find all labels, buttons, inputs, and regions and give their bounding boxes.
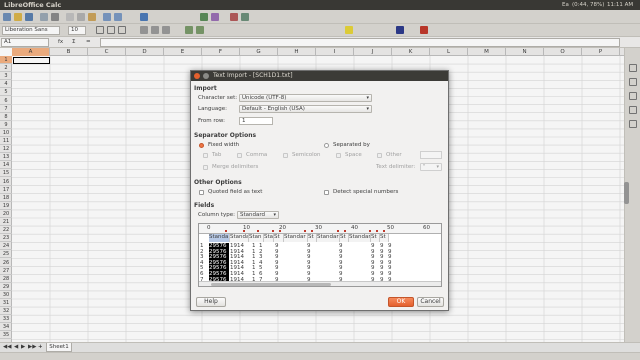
detect-special-checkbox[interactable] [324, 190, 329, 195]
other-label: Other [386, 152, 402, 158]
separated-by-radio[interactable] [324, 143, 329, 148]
ruler-number: 0 [207, 225, 211, 231]
preview-column-header[interactable]: Stan [264, 234, 274, 242]
column-break-marker[interactable] [225, 230, 227, 232]
text-delimiter-label: Text delimiter: [376, 164, 416, 170]
preview-column-header[interactable]: St [340, 234, 349, 242]
column-break-marker[interactable] [279, 230, 281, 232]
ruler-number: 50 [387, 225, 394, 231]
preview-column-header[interactable]: Standa [209, 234, 230, 242]
column-break-marker[interactable] [311, 230, 314, 232]
charset-value: Unicode (UTF-8) [242, 95, 287, 101]
column-break-marker[interactable] [369, 230, 371, 232]
language-label: Language: [198, 106, 227, 112]
dialog-titlebar: Text Import - [SCH1D1.txt] [191, 71, 448, 81]
charset-label: Character set: [198, 95, 238, 101]
space-checkbox[interactable] [336, 153, 341, 158]
chevron-down-icon: ▾ [273, 212, 276, 218]
preview-horizontal-scrollbar[interactable] [199, 281, 441, 286]
column-break-marker[interactable] [336, 230, 339, 232]
column-break-marker[interactable] [257, 230, 260, 232]
other-input[interactable] [420, 151, 442, 159]
other-checkbox[interactable] [377, 153, 382, 158]
close-icon[interactable] [194, 73, 200, 79]
fixed-width-label: Fixed width [208, 142, 240, 148]
text-delimiter-value: " [423, 164, 426, 170]
detect-special-label: Detect special numbers [333, 189, 399, 195]
column-break-marker[interactable] [376, 230, 379, 232]
dialog-title: Text Import - [SCH1D1.txt] [213, 72, 293, 79]
merge-delimiters-label: Merge delimiters [212, 164, 259, 170]
language-value: Default - English (USA) [242, 106, 305, 112]
tab-checkbox[interactable] [203, 153, 208, 158]
minimize-icon[interactable] [203, 73, 209, 79]
tab-label: Tab [212, 152, 222, 158]
preview-column-header[interactable]: Standar [349, 234, 371, 242]
text-import-dialog: Text Import - [SCH1D1.txt] Import Charac… [190, 70, 449, 311]
cancel-button[interactable]: Cancel [417, 297, 444, 307]
preview-column-header[interactable]: Stan [249, 234, 264, 242]
column-type-label: Column type: [198, 212, 235, 218]
help-button[interactable]: Help [196, 297, 226, 307]
chevron-down-icon: ▾ [366, 95, 369, 101]
preview-column-header[interactable]: St [380, 234, 389, 242]
charset-combo[interactable]: Unicode (UTF-8) ▾ [239, 94, 372, 102]
column-break-marker[interactable] [243, 230, 245, 232]
separator-heading: Separator Options [194, 132, 257, 139]
comma-checkbox[interactable] [237, 153, 242, 158]
preview-ruler[interactable]: 0 10 20 30 40 50 60 [199, 224, 441, 234]
text-delimiter-combo[interactable]: " ▾ [420, 163, 442, 171]
ruler-number: 30 [315, 225, 322, 231]
from-row-spinner[interactable]: 1 [239, 117, 273, 125]
space-label: Space [345, 152, 362, 158]
column-type-combo[interactable]: Standard ▾ [237, 211, 279, 219]
column-type-value: Standard [240, 212, 266, 218]
chevron-down-icon: ▾ [436, 164, 439, 170]
quoted-field-checkbox[interactable] [199, 190, 204, 195]
import-heading: Import [194, 85, 217, 92]
from-row-label: From row: [198, 118, 225, 124]
fields-heading: Fields [194, 202, 215, 209]
semicolon-label: Semicolon [292, 152, 321, 158]
preview-scrollbar-thumb[interactable] [211, 283, 331, 286]
preview-column-header[interactable]: Standar [317, 234, 340, 242]
column-break-marker[interactable] [304, 230, 307, 232]
separated-by-label: Separated by [333, 142, 370, 148]
merge-delimiters-checkbox[interactable] [203, 165, 208, 170]
other-options-heading: Other Options [194, 179, 242, 186]
preview-column-header[interactable]: St [274, 234, 284, 242]
comma-label: Comma [246, 152, 268, 158]
quoted-field-label: Quoted field as text [208, 189, 263, 195]
column-break-marker[interactable] [271, 230, 274, 232]
preview-column-header[interactable]: St [308, 234, 317, 242]
import-preview[interactable]: 0102030405060 StandaStandaStanStanStStan… [198, 223, 442, 287]
ruler-number: 40 [351, 225, 358, 231]
language-combo[interactable]: Default - English (USA) ▾ [239, 105, 372, 113]
column-break-marker[interactable] [343, 230, 346, 232]
semicolon-checkbox[interactable] [283, 153, 288, 158]
fixed-width-radio[interactable] [199, 143, 204, 148]
ruler-number: 60 [423, 225, 430, 231]
chevron-down-icon: ▾ [366, 106, 369, 112]
column-break-marker[interactable] [383, 230, 386, 232]
ok-button[interactable]: OK [388, 297, 414, 307]
preview-column-header[interactable]: Standar [284, 234, 308, 242]
preview-header-row: StandaStandaStanStanStStandarStStandarSt… [199, 234, 441, 242]
preview-column-header[interactable]: St [371, 234, 380, 242]
preview-column-header[interactable]: Standa [230, 234, 249, 242]
